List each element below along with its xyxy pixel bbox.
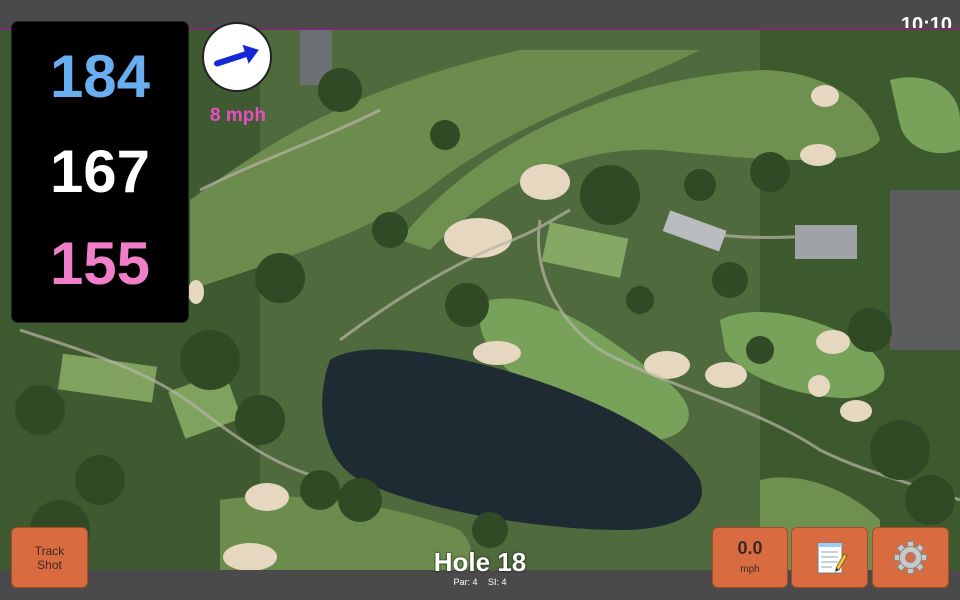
wind-indicator[interactable]: [202, 22, 272, 92]
hole-title: Hole 18: [433, 547, 527, 577]
track-shot-label-line2: Shot: [37, 557, 62, 572]
gear-icon: [894, 541, 927, 574]
par-label: Par: 4: [453, 577, 478, 587]
back-distance: 184: [49, 43, 151, 110]
hole-info: Par: 4 SI: 4: [380, 577, 580, 587]
speed-unit: mph: [740, 564, 760, 575]
speed-value: 0.0: [737, 538, 763, 558]
notes-button[interactable]: [792, 528, 867, 587]
speed-button[interactable]: 0.0 mph: [713, 528, 787, 587]
settings-button[interactable]: [873, 528, 948, 587]
wind-arrow-icon: [214, 44, 259, 67]
track-shot-button[interactable]: Track Shot: [12, 528, 87, 587]
stroke-index-label: SI: 4: [488, 577, 507, 587]
wind-speed-label: 8 mph: [210, 105, 266, 126]
distance-panel: 184 167 155: [12, 22, 188, 322]
notepad-icon: [817, 542, 848, 574]
track-shot-label-line1: Track: [34, 543, 65, 558]
middle-distance: 167: [49, 138, 151, 205]
front-distance: 155: [49, 230, 151, 297]
